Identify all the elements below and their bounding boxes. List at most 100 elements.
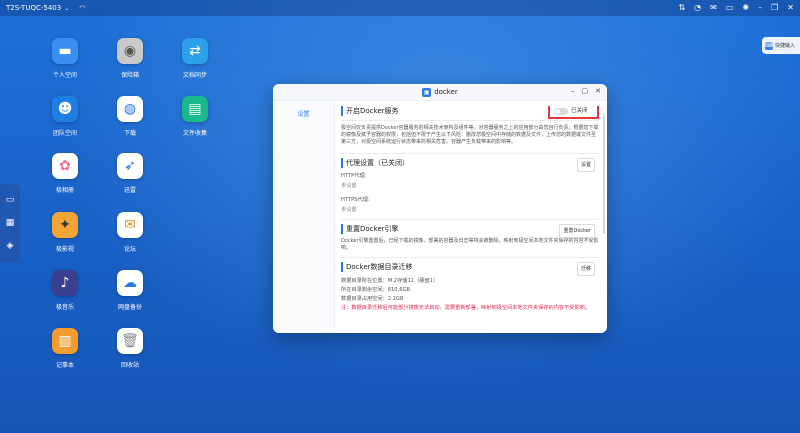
proxy-settings-button[interactable]: 设置: [576, 157, 595, 172]
reset-description: Docker引擎重置后，已经下载的镜像、部署的容器及日志等将会被删除，映射到极空…: [341, 237, 599, 251]
close-icon[interactable]: ✕: [787, 2, 794, 14]
migrate-section: Docker数据目录迁移 迁移: [341, 262, 599, 277]
device-name: T2S-TUQC-5403: [6, 4, 62, 12]
desktop-icon-label: 下载: [123, 130, 136, 137]
section-title: Docker数据目录迁移: [346, 263, 413, 272]
restore-icon[interactable]: ❐: [771, 2, 778, 14]
divider: [341, 152, 599, 154]
sort-icon[interactable]: ⇅: [678, 2, 685, 14]
desktop-icon-label: 文件收集: [182, 130, 207, 137]
desktop-icon-label: 极音乐: [55, 304, 74, 311]
mail-icon[interactable]: ✉: [710, 2, 717, 14]
chevron-down-icon: ⌄: [64, 4, 70, 12]
minimize-icon[interactable]: –: [571, 87, 575, 95]
docker-service-section: 开启Docker服务 已关闭: [341, 106, 599, 119]
server-icon[interactable]: ▭: [6, 195, 15, 205]
docker-window: ▣ docker – ▢ ✕ 设置 开启Docker服务 已关闭 极空间仅负责提…: [273, 84, 607, 333]
close-icon[interactable]: ✕: [595, 87, 601, 95]
desktop-icon-video[interactable]: ✦ 极影视: [40, 212, 90, 253]
section-title: 重置Docker引擎: [346, 224, 399, 233]
desktop-icon-team-space[interactable]: ☻ 团队空间: [40, 96, 90, 137]
desktop-icon-file-collect[interactable]: ▤ 文件收集: [170, 96, 220, 137]
http-proxy-value: 未设置: [341, 182, 357, 189]
video-icon: ✦: [52, 212, 78, 238]
left-dock: ▭ ▦ ◈: [0, 184, 20, 262]
photos-icon: ✿: [52, 153, 78, 179]
desktop-icon-cloud-backup[interactable]: ☁ 网盘备份: [105, 270, 155, 311]
section-title: 代理设置（已关闭）: [346, 158, 409, 167]
https-proxy-value: 未设置: [341, 206, 357, 213]
desktop-icon-label: 论坛: [123, 246, 136, 253]
apps-grid-icon[interactable]: ▦: [6, 218, 15, 228]
docker-service-toggle-highlight: 已关闭: [548, 106, 599, 119]
device-selector[interactable]: T2S-TUQC-5403 ⌄: [6, 4, 69, 12]
cloud-icon: ☁: [117, 270, 143, 296]
free-space: 所在目录剩余空间：810.6GB: [341, 287, 411, 294]
top-bar: T2S-TUQC-5403 ⌄ ◠ ⇅ ◔ ✉ ▭ ✺ – ❐ ✕: [0, 0, 800, 16]
desktop-icon-label: 迅雷: [123, 187, 136, 194]
desktop-icon-safe[interactable]: ◉ 保险箱: [105, 38, 155, 79]
reset-section: 重置Docker引擎 重置Docker: [341, 223, 599, 238]
gear-icon[interactable]: ✺: [742, 2, 749, 14]
desktop-icon-notes[interactable]: ▥ 记事本: [40, 328, 90, 369]
thunder-icon: ➶: [117, 153, 143, 179]
quick-input-widget[interactable]: ⌨ 快捷输入: [762, 37, 800, 54]
desktop-icon-photos[interactable]: ✿ 极相册: [40, 153, 90, 194]
desktop-icon-label: 回收站: [120, 362, 139, 369]
desktop-icon-thunder[interactable]: ➶ 迅雷: [105, 153, 155, 194]
desktop-icon-trash[interactable]: 🗑 回收站: [105, 328, 155, 369]
docker-icon: ▣: [422, 87, 432, 97]
desktop-icon-label: 保险箱: [120, 72, 139, 79]
docker-service-description: 极空间仅负责提供Docker容器服务的相关技术架构及组件等。对容器服务之上的应用…: [341, 125, 599, 146]
desktop-icon-music[interactable]: ♪ 极音乐: [40, 270, 90, 311]
trash-icon: 🗑: [117, 328, 143, 354]
reset-docker-button[interactable]: 重置Docker: [559, 223, 595, 238]
sidebar-item-settings[interactable]: 设置: [273, 109, 334, 118]
window-titlebar[interactable]: ▣ docker – ▢ ✕: [273, 84, 607, 101]
desktop-icon-label: 个人空间: [52, 72, 77, 79]
desktop-icon-download[interactable]: ◍ 下载: [105, 96, 155, 137]
desktop-icon-label: 团队空间: [52, 130, 77, 137]
migrate-warning: 注：数据目录迁移后可能部分镜像无法启动，需要重新部署，映射到极空间本地文件夹保存…: [341, 305, 591, 312]
safe-icon: ◉: [117, 38, 143, 64]
divider: [341, 218, 599, 220]
minimize-icon[interactable]: –: [758, 2, 762, 14]
desktop-icon-forum[interactable]: ✉ 论坛: [105, 212, 155, 253]
docker-service-toggle[interactable]: [554, 107, 568, 115]
desktop-icon-doc-sync[interactable]: ⇄ 文档同步: [170, 38, 220, 79]
wifi-icon: ◠: [79, 4, 86, 12]
desktop-icon-label: 文档同步: [182, 72, 207, 79]
keyboard-icon: ⌨: [764, 41, 774, 50]
globe-icon: ◍: [117, 96, 143, 122]
http-proxy-label: HTTP代理:: [341, 172, 367, 179]
notes-icon: ▥: [52, 328, 78, 354]
desktop-icon-personal-space[interactable]: ▬ 个人空间: [40, 38, 90, 79]
sync-icon: ⇄: [182, 38, 208, 64]
https-proxy-label: HTTPS代理:: [341, 196, 370, 203]
migrate-button[interactable]: 迁移: [576, 262, 595, 277]
folder-icon: ▬: [52, 38, 78, 64]
chat-icon: ✉: [117, 212, 143, 238]
proxy-section: 代理设置（已关闭） 设置: [341, 157, 599, 172]
monitor-icon[interactable]: ▭: [726, 2, 734, 14]
speed-icon[interactable]: ◔: [694, 2, 701, 14]
team-icon: ☻: [52, 96, 78, 122]
window-sidebar: 设置: [273, 101, 335, 333]
maximize-icon[interactable]: ▢: [582, 87, 589, 95]
desktop-icon-label: 网盘备份: [117, 304, 142, 311]
desktop-icon-label: 极相册: [55, 187, 74, 194]
settings-content: 开启Docker服务 已关闭 极空间仅负责提供Docker容器服务的相关技术架构…: [341, 106, 599, 330]
data-location: 数据目录所在位置：M.2存储11（硬盘1）: [341, 278, 439, 285]
music-icon: ♪: [52, 270, 78, 296]
divider: [341, 120, 599, 121]
divider: [341, 257, 599, 259]
section-title: 开启Docker服务: [346, 107, 399, 115]
toggle-status-label: 已关闭: [571, 108, 588, 114]
quick-input-label: 快捷输入: [775, 43, 796, 49]
scrollbar[interactable]: [603, 114, 605, 234]
docker-icon[interactable]: ◈: [7, 241, 14, 251]
used-space: 数据目录占用空间：2.2GB: [341, 296, 404, 303]
desktop-icon-label: 极影视: [55, 246, 74, 253]
window-title: docker: [434, 88, 458, 96]
collect-icon: ▤: [182, 96, 208, 122]
